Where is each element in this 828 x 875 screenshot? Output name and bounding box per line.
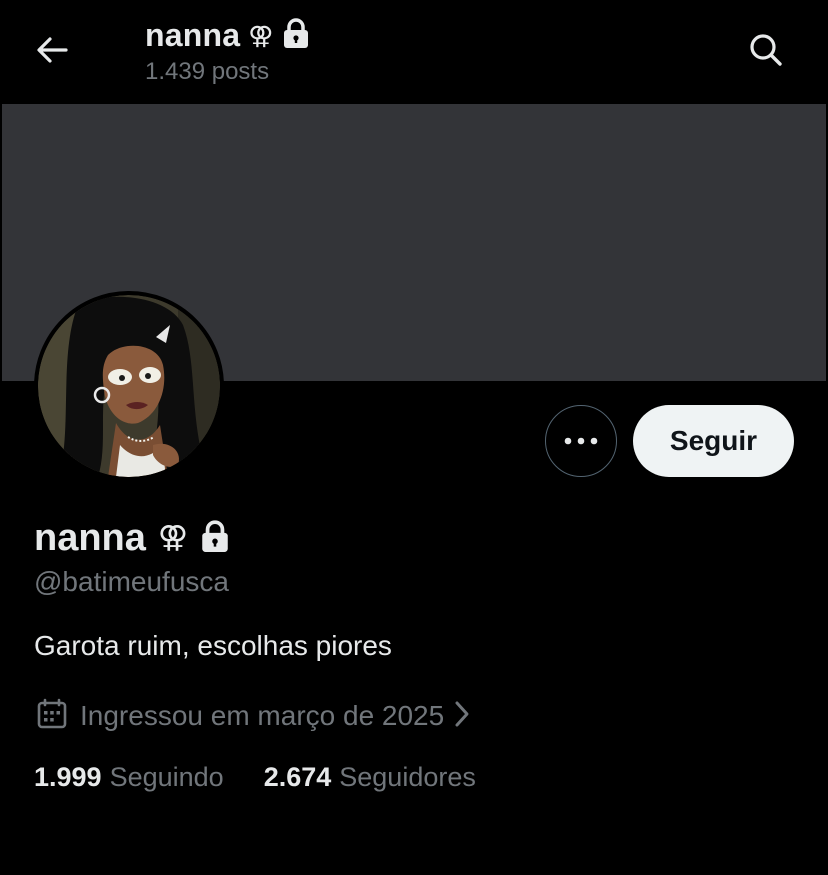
avatar[interactable] [34, 291, 224, 481]
followers-link[interactable]: 2.674 Seguidores [264, 762, 476, 793]
protected-lock-icon [282, 17, 310, 54]
more-dots-icon [564, 432, 598, 450]
search-icon [749, 33, 783, 72]
profile-bio: Garota ruim, escolhas piores [34, 630, 392, 661]
following-count: 1.999 [34, 762, 102, 792]
header-emoji: ⚢ [248, 20, 274, 50]
followers-count: 2.674 [263, 762, 332, 792]
protected-lock-icon [200, 519, 230, 558]
following-label: Seguindo [109, 762, 224, 792]
header-display-name: nanna [145, 16, 241, 53]
profile-emoji: ⚢ [157, 520, 189, 555]
search-button[interactable] [742, 28, 790, 76]
header-titles: nanna ⚢ 1.439 posts [145, 14, 310, 86]
profile-handle: @batimeufusca [34, 566, 229, 597]
joined-text: Ingressou em março de 2025 [80, 700, 445, 731]
follow-stats: 1.999 Seguindo 2.674 Seguidores [34, 762, 476, 793]
calendar-icon [36, 698, 68, 735]
joined-date[interactable]: Ingressou em março de 2025 [36, 696, 470, 736]
top-bar: nanna ⚢ 1.439 posts [0, 0, 828, 104]
followers-label: Seguidores [339, 762, 476, 792]
arrow-left-icon [36, 36, 68, 69]
header-post-count: 1.439 posts [145, 58, 270, 85]
follow-button[interactable]: Seguir [633, 405, 794, 477]
profile-display-name: nanna [34, 516, 146, 559]
chevron-right-icon [454, 700, 470, 733]
following-link[interactable]: 1.999 Seguindo [34, 762, 224, 793]
more-options-button[interactable] [545, 405, 617, 477]
profile-name-row: nanna ⚢ [34, 514, 230, 562]
back-button[interactable] [28, 28, 76, 76]
header-name-row: nanna ⚢ [145, 14, 310, 56]
